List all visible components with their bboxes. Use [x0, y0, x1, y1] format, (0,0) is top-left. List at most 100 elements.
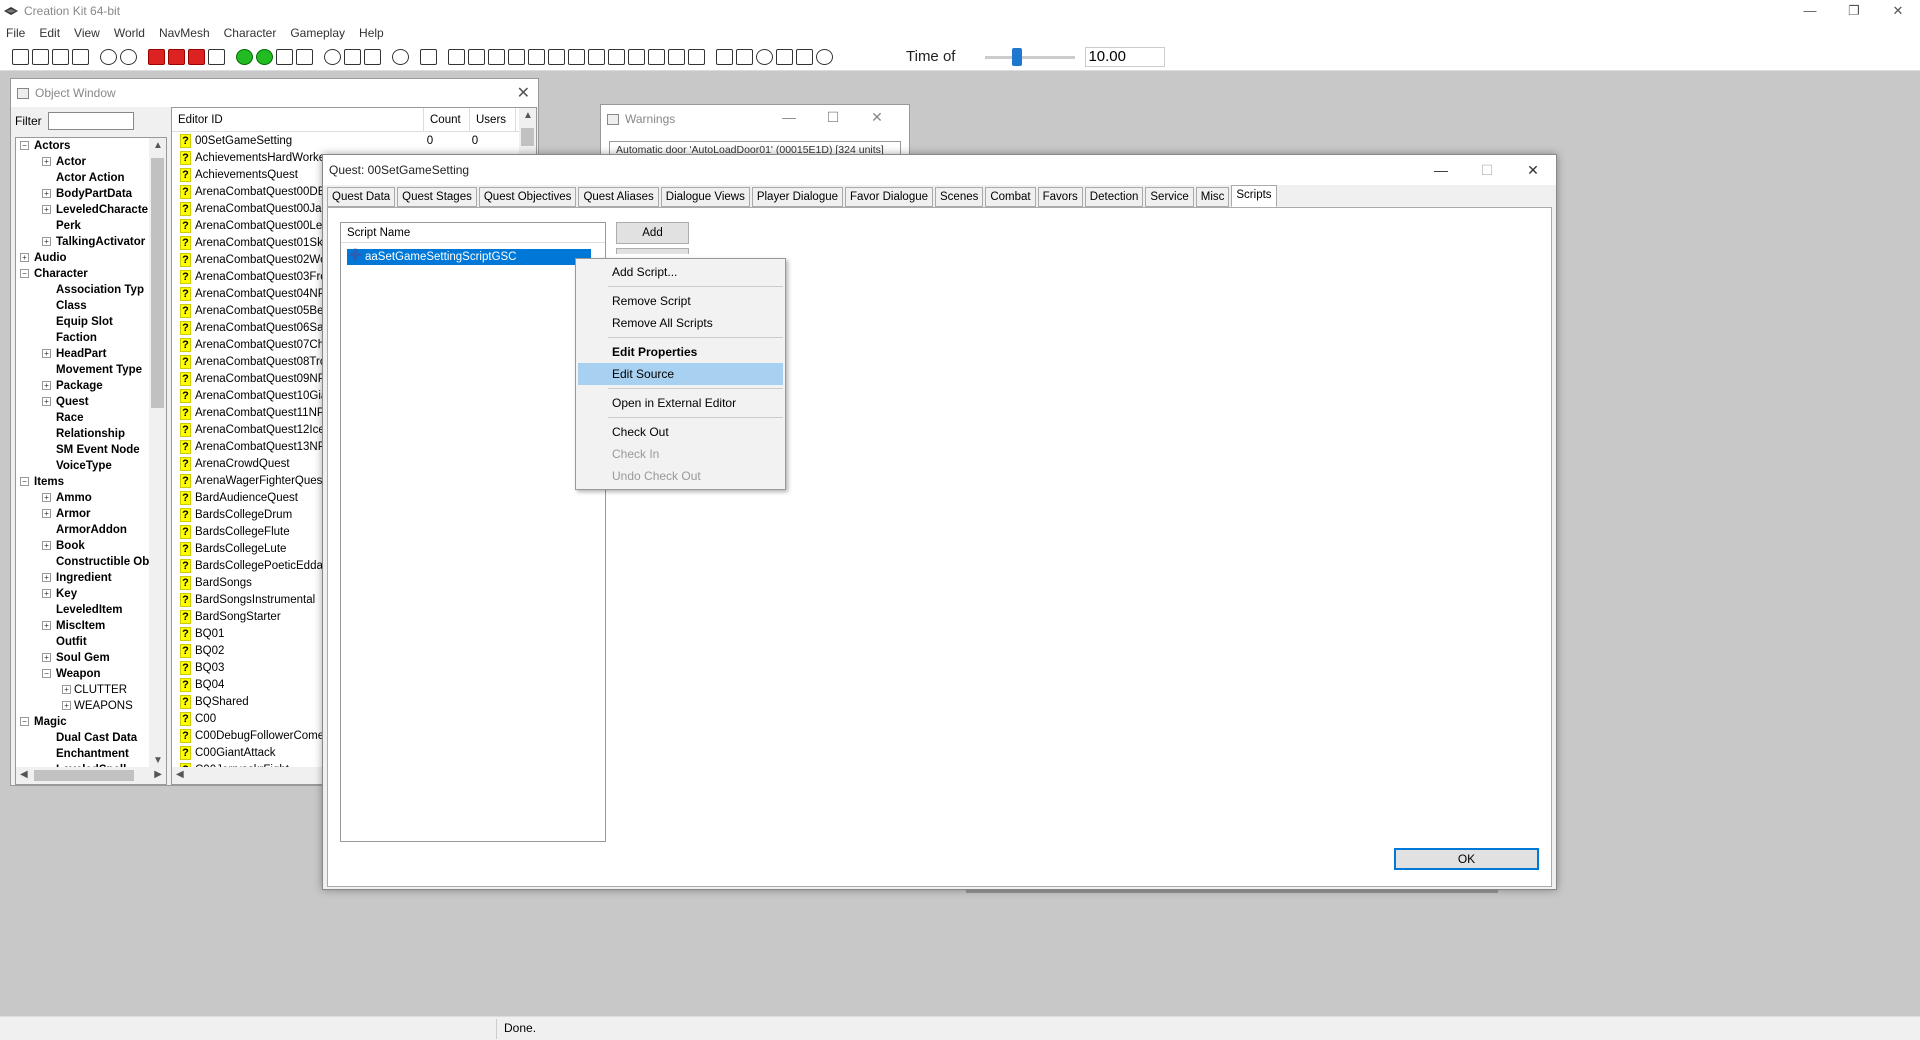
occlusion-icon[interactable] — [628, 48, 645, 65]
tree-item-outfit[interactable]: Outfit — [16, 634, 166, 650]
menu-edit[interactable]: Edit — [39, 26, 60, 40]
menu-item-edit-properties[interactable]: Edit Properties — [578, 341, 783, 363]
expand-icon[interactable]: + — [42, 509, 51, 518]
collapse-icon[interactable]: − — [20, 717, 29, 726]
tab-quest-objectives[interactable]: Quest Objectives — [478, 187, 577, 207]
tab-quest-data[interactable]: Quest Data — [327, 187, 396, 207]
tab-player-dialogue[interactable]: Player Dialogue — [751, 187, 844, 207]
navmesh-icon[interactable] — [276, 48, 293, 65]
tree-item-weapons[interactable]: + WEAPONS — [16, 698, 166, 714]
tree-item-headpart[interactable]: + HeadPart — [16, 346, 166, 362]
close-button[interactable]: ✕ — [1876, 0, 1920, 22]
tree-item-soul-gem[interactable]: + Soul Gem — [16, 650, 166, 666]
redo-icon[interactable] — [120, 48, 137, 65]
water-icon[interactable] — [688, 48, 705, 65]
menu-help[interactable]: Help — [359, 26, 384, 40]
quest-maximize-button[interactable]: ☐ — [1464, 155, 1510, 185]
scroll-left-icon[interactable]: ◀ — [176, 769, 184, 780]
tree-item-talkingactivator[interactable]: + TalkingActivator — [16, 234, 166, 250]
tab-quest-aliases[interactable]: Quest Aliases — [578, 187, 659, 207]
tree-item-armor[interactable]: + Armor — [16, 506, 166, 522]
tree-item-relationship[interactable]: Relationship — [16, 426, 166, 442]
menu-view[interactable]: View — [74, 26, 100, 40]
tab-dialogue-views[interactable]: Dialogue Views — [660, 187, 750, 207]
minimize-button[interactable]: — — [1788, 0, 1832, 22]
marker-icon[interactable] — [208, 48, 225, 65]
collapse-icon[interactable]: − — [20, 141, 29, 150]
landscape-icon[interactable] — [256, 48, 273, 65]
open-icon[interactable] — [12, 48, 29, 65]
menu-character[interactable]: Character — [224, 26, 277, 40]
expand-icon[interactable]: + — [42, 621, 51, 630]
tree-item-items[interactable]: − Items — [16, 474, 166, 490]
scroll-left-icon[interactable]: ◀ — [20, 769, 28, 780]
tree-item-actor-action[interactable]: Actor Action — [16, 170, 166, 186]
collapse-icon[interactable]: − — [20, 477, 29, 486]
tree-item-movement-type[interactable]: Movement Type — [16, 362, 166, 378]
tree-horizontal-scrollbar[interactable]: ◀ ▶ — [16, 767, 166, 784]
box-select-icon[interactable] — [548, 48, 565, 65]
remove-script-button[interactable] — [616, 248, 689, 254]
filter-input[interactable] — [47, 112, 134, 130]
tab-service[interactable]: Service — [1145, 187, 1194, 207]
expand-icon[interactable]: + — [42, 205, 51, 214]
tree-item-weapon[interactable]: − Weapon — [16, 666, 166, 682]
preferences-icon[interactable] — [52, 48, 69, 65]
time-of-day-value[interactable]: 10.00 — [1085, 46, 1166, 67]
collapse-icon[interactable]: − — [42, 669, 51, 678]
menu-item-remove-all-scripts[interactable]: Remove All Scripts — [578, 312, 783, 334]
tree-item-leveledcharacte[interactable]: + LeveledCharacte — [16, 202, 166, 218]
warnings-minimize-button[interactable]: — — [767, 109, 811, 126]
tab-quest-stages[interactable]: Quest Stages — [397, 187, 477, 207]
column-editor-id[interactable]: Editor ID — [172, 108, 424, 131]
scroll-right-icon[interactable]: ▶ — [154, 769, 162, 780]
scroll-up-icon[interactable]: ▲ — [523, 110, 533, 121]
tree-item-character[interactable]: − Character — [16, 266, 166, 282]
time-of-day-slider[interactable] — [985, 47, 1076, 67]
expand-icon[interactable]: + — [62, 685, 71, 694]
expand-icon[interactable]: + — [42, 157, 51, 166]
tree-item-armoraddon[interactable]: ArmorAddon — [16, 522, 166, 538]
quest-minimize-button[interactable]: — — [1418, 155, 1464, 185]
snap-red-icon[interactable] — [188, 48, 205, 65]
tree-item-actor[interactable]: + Actor — [16, 154, 166, 170]
menu-gameplay[interactable]: Gameplay — [290, 26, 345, 40]
script-row-selected[interactable]: ✚ aaSetGameSettingScriptGSC — [347, 248, 591, 265]
script-list[interactable]: Script Name ✚ aaSetGameSettingScriptGSC — [340, 222, 606, 842]
slider-thumb[interactable] — [1011, 47, 1022, 66]
havok-icon[interactable] — [816, 48, 833, 65]
tree-item-key[interactable]: + Key — [16, 586, 166, 602]
expand-icon[interactable]: + — [20, 253, 29, 262]
markers-icon[interactable] — [568, 48, 585, 65]
expand-icon[interactable]: + — [42, 381, 51, 390]
tree-item-audio[interactable]: + Audio — [16, 250, 166, 266]
expand-icon[interactable]: + — [42, 589, 51, 598]
expand-icon[interactable]: + — [62, 701, 71, 710]
tree-vertical-scrollbar[interactable]: ▲ ▼ — [149, 138, 166, 768]
fog-icon[interactable] — [796, 48, 813, 65]
snap-angle-icon[interactable] — [468, 48, 485, 65]
column-users[interactable]: Users — [470, 108, 516, 131]
menu-world[interactable]: World — [114, 26, 145, 40]
tree-item-ingredient[interactable]: + Ingredient — [16, 570, 166, 586]
speech-bubble-icon[interactable] — [392, 48, 409, 65]
tree-item-race[interactable]: Race — [16, 410, 166, 426]
lights-view-icon[interactable] — [648, 48, 665, 65]
menu-item-add-script[interactable]: Add Script... — [578, 261, 783, 283]
warnings-maximize-button[interactable]: ☐ — [811, 109, 855, 126]
green-sphere-icon[interactable] — [236, 48, 253, 65]
menu-item-edit-source[interactable]: Edit Source — [578, 363, 783, 385]
undo-icon[interactable] — [100, 48, 117, 65]
quest-dialog-titlebar[interactable]: Quest: 00SetGameSetting — [323, 155, 1556, 185]
tab-detection[interactable]: Detection — [1084, 187, 1144, 207]
menu-item-remove-script[interactable]: Remove Script — [578, 290, 783, 312]
tab-favors[interactable]: Favors — [1037, 187, 1083, 207]
expand-icon[interactable]: + — [42, 189, 51, 198]
tab-misc[interactable]: Misc — [1195, 187, 1230, 207]
tree-item-bodypartdata[interactable]: + BodyPartData — [16, 186, 166, 202]
expand-icon[interactable]: + — [42, 653, 51, 662]
tree-item-equip-slot[interactable]: Equip Slot — [16, 314, 166, 330]
tree-item-sm-event-node[interactable]: SM Event Node — [16, 442, 166, 458]
save-icon[interactable] — [32, 48, 49, 65]
tree-item-faction[interactable]: Faction — [16, 330, 166, 346]
